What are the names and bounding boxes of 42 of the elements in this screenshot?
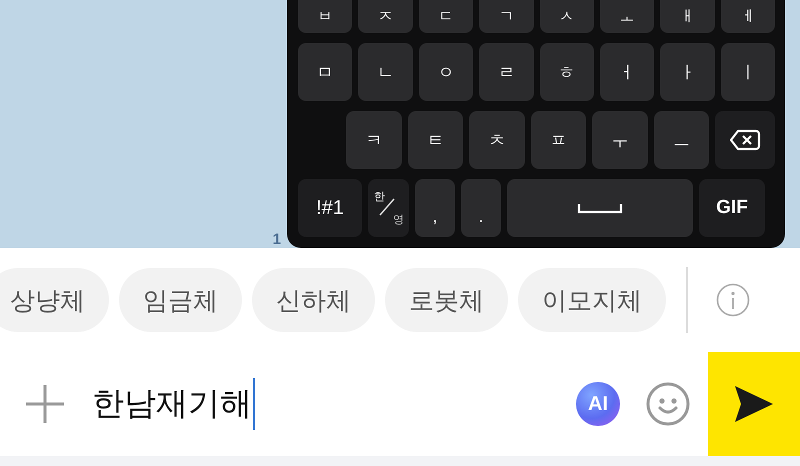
key[interactable]: ㅍ (530, 111, 586, 169)
space-icon (577, 202, 623, 214)
key[interactable]: ㅌ (408, 111, 463, 169)
key[interactable]: ㅣ (720, 43, 775, 101)
key[interactable]: ㅐ (660, 0, 715, 33)
info-icon[interactable] (716, 283, 750, 317)
key[interactable]: ㄹ (479, 43, 534, 101)
message-input[interactable]: 한남재기해 (92, 376, 576, 432)
key[interactable]: ㅇ (418, 43, 474, 101)
key[interactable]: ㅂ (298, 0, 352, 33)
font-chip[interactable]: 로봇체 (385, 268, 508, 332)
smiley-icon[interactable] (646, 382, 690, 426)
symbols-key[interactable]: !#1 (298, 179, 362, 237)
key[interactable]: ㅅ (540, 0, 594, 33)
backspace-key[interactable] (715, 111, 775, 169)
key[interactable]: ㅁ (298, 43, 352, 101)
unread-count: 1 (272, 232, 282, 248)
key[interactable]: ㅜ (592, 111, 648, 169)
key[interactable]: ㅡ (654, 111, 709, 169)
key[interactable]: ㅎ (540, 43, 594, 101)
send-button[interactable] (708, 352, 800, 456)
key[interactable]: ㄱ (479, 0, 534, 33)
font-chip[interactable]: 임금체 (119, 268, 242, 332)
key[interactable]: ㅋ (346, 111, 402, 169)
language-key[interactable]: 한 영 (368, 179, 409, 237)
font-chip[interactable]: 이모지체 (518, 268, 666, 332)
key[interactable]: ㅏ (660, 43, 715, 101)
font-chip[interactable]: 신하체 (252, 268, 375, 332)
key[interactable]: ㅓ (600, 43, 654, 101)
key[interactable]: . (461, 179, 501, 237)
backspace-icon (729, 128, 761, 152)
send-icon (733, 384, 775, 424)
key[interactable]: ㄴ (358, 43, 413, 101)
gif-key[interactable]: GIF (699, 179, 765, 237)
key[interactable]: , (415, 179, 455, 237)
key[interactable]: ㅈ (358, 0, 413, 33)
key[interactable]: ㅔ (720, 0, 775, 33)
font-chip[interactable]: 상냥체 (0, 268, 109, 332)
key[interactable]: ㅗ (600, 0, 654, 33)
key[interactable]: ㅊ (469, 111, 524, 169)
key[interactable]: ㄷ (418, 0, 474, 33)
plus-icon[interactable] (26, 385, 64, 423)
